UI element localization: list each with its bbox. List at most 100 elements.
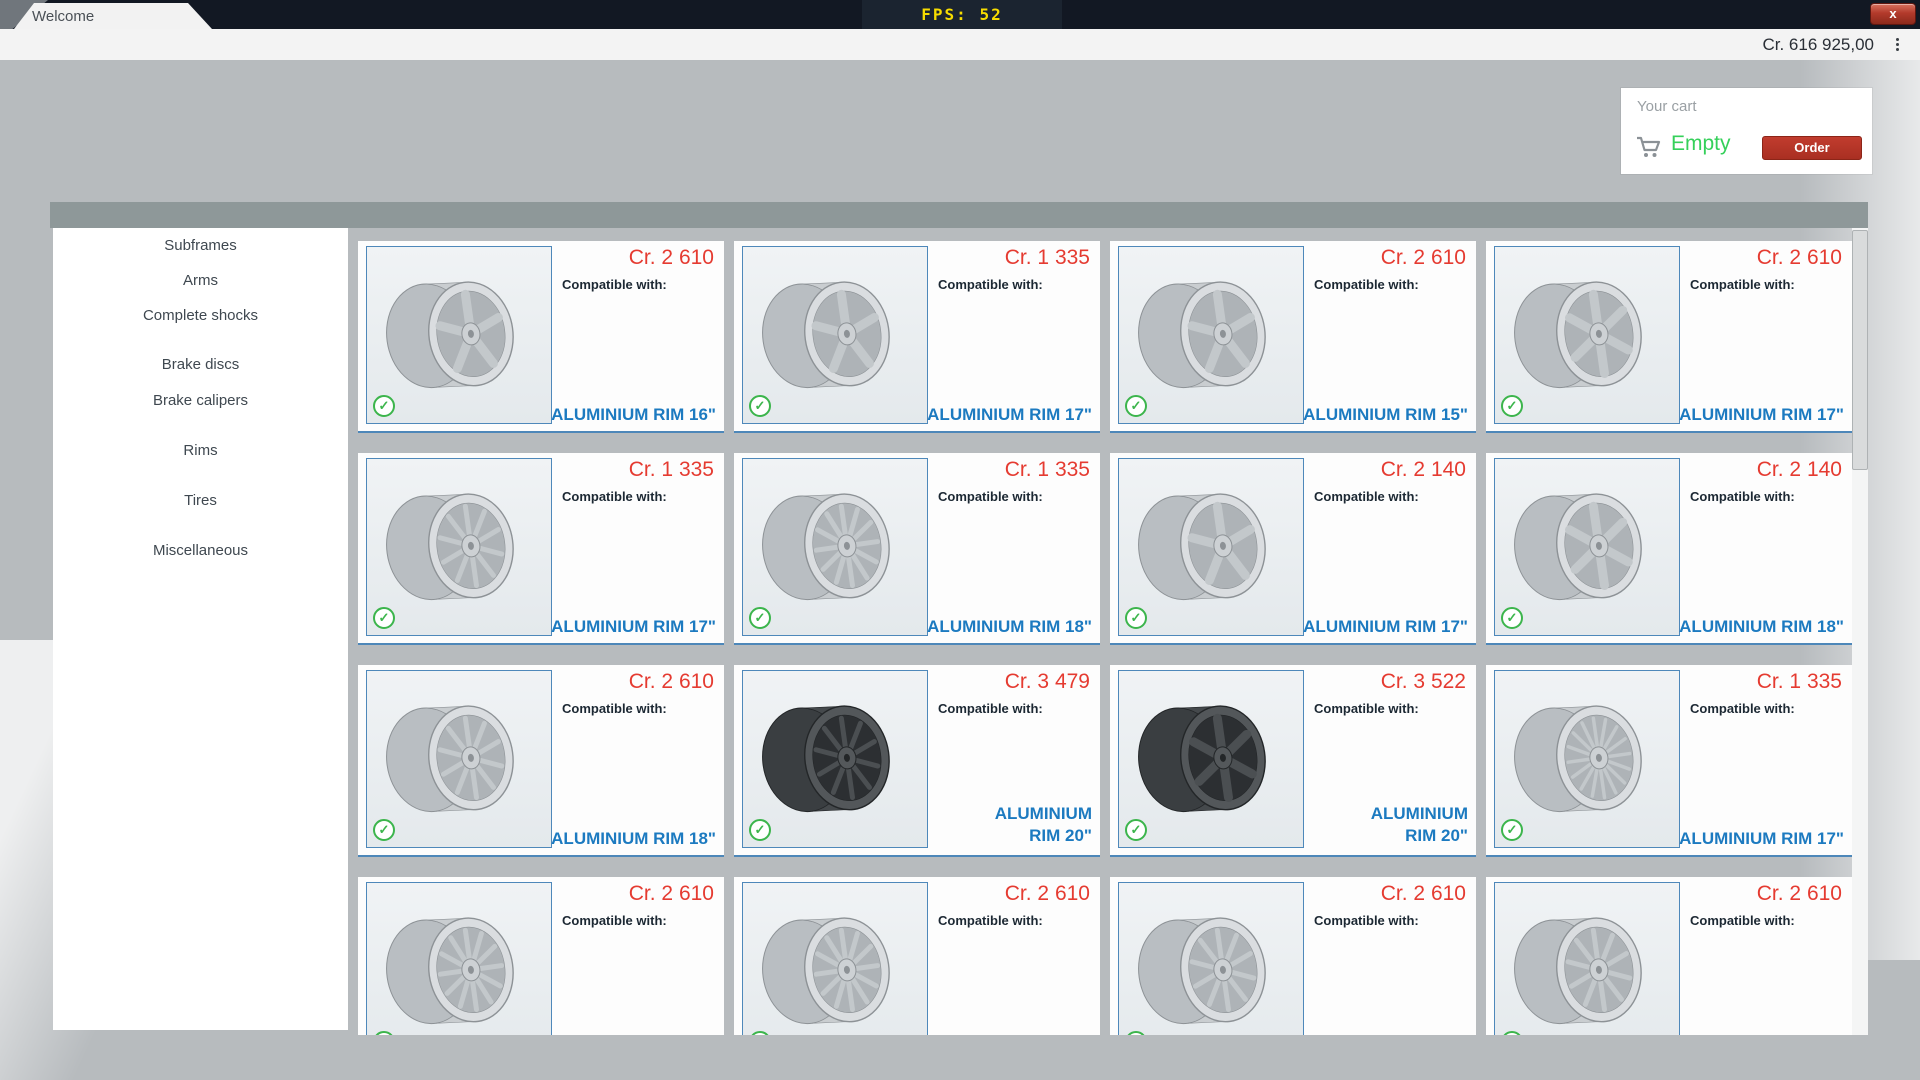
compatible-check-icon: ✓ (373, 395, 395, 417)
product-name: ALUMINIUM RIM 17" (1679, 405, 1844, 425)
product-thumbnail: ✓ (1118, 458, 1304, 636)
product-price: Cr. 2 610 (629, 670, 714, 694)
product-card[interactable]: ✓ Cr. 2 610 Compatible with: (1110, 877, 1476, 1035)
wheel-silver-6-spoke (1495, 459, 1679, 635)
product-name: ALUMINIUM RIM 16" (551, 405, 716, 425)
wheel-dark-6-spoke (1119, 671, 1303, 847)
product-card[interactable]: ✓ Cr. 2 610 Compatible with: (734, 877, 1100, 1035)
product-card[interactable]: ✓ Cr. 2 140 Compatible with: ALUMINIUM R… (1110, 453, 1476, 645)
product-price: Cr. 2 610 (1381, 882, 1466, 906)
product-price: Cr. 2 140 (1757, 458, 1842, 482)
product-thumbnail: ✓ (742, 882, 928, 1035)
wheel-silver-10-spoke (367, 671, 551, 847)
compatible-check-icon: ✓ (749, 819, 771, 841)
wheel-silver-10-spoke (1495, 883, 1679, 1035)
product-thumbnail: ✓ (1118, 670, 1304, 848)
order-button[interactable]: Order (1762, 136, 1862, 160)
compatible-check-icon: ✓ (1125, 395, 1147, 417)
wheel-silver-6-spoke (1495, 247, 1679, 423)
compatible-check-icon: ✓ (749, 607, 771, 629)
sidebar-item-miscellaneous[interactable]: Miscellaneous (53, 541, 348, 561)
compatible-with-label: Compatible with: (1314, 277, 1419, 292)
product-card[interactable]: ✓ Cr. 2 140 Compatible with: ALUMINIUM R… (1486, 453, 1852, 645)
product-price: Cr. 3 479 (1005, 670, 1090, 694)
product-card[interactable]: ✓ Cr. 3 522 Compatible with: ALUMINIUM R… (1110, 665, 1476, 857)
product-name: ALUMINIUM RIM 17" (1679, 829, 1844, 849)
product-thumbnail: ✓ (366, 882, 552, 1035)
product-name: ALUMINIUM RIM 18" (551, 829, 716, 849)
compatible-with-label: Compatible with: (1314, 489, 1419, 504)
wheel-silver-5-spoke (367, 247, 551, 423)
product-name: ALUMINIUM RIM 15" (1303, 405, 1468, 425)
product-name: ALUMINIUM RIM 18" (1679, 617, 1844, 637)
product-name: ALUMINIUM RIM 17" (927, 405, 1092, 425)
compatible-with-label: Compatible with: (562, 913, 667, 928)
compatible-check-icon: ✓ (749, 395, 771, 417)
compatible-check-icon: ✓ (1125, 819, 1147, 841)
content-top-strip (50, 202, 1868, 228)
compatible-with-label: Compatible with: (938, 277, 1043, 292)
fps-counter: FPS: 52 (921, 5, 1002, 24)
compatible-check-icon: ✓ (373, 819, 395, 841)
product-card[interactable]: ✓ Cr. 2 610 Compatible with: (1486, 877, 1852, 1035)
wheel-silver-12-spoke (367, 883, 551, 1035)
product-name: ALUMINIUM RIM 18" (927, 617, 1092, 637)
product-card[interactable]: ✓ Cr. 1 335 Compatible with: ALUMINIUM R… (734, 453, 1100, 645)
tab-welcome[interactable]: Welcome (8, 3, 212, 29)
product-price: Cr. 1 335 (1757, 670, 1842, 694)
product-thumbnail: ✓ (1494, 882, 1680, 1035)
product-thumbnail: ✓ (1494, 670, 1680, 848)
cart-status: Empty (1671, 132, 1731, 156)
compatible-check-icon: ✓ (1501, 607, 1523, 629)
sidebar-item-brake-calipers[interactable]: Brake calipers (53, 391, 348, 411)
kebab-menu-icon[interactable] (1888, 35, 1906, 55)
product-card[interactable]: ✓ Cr. 3 479 Compatible with: ALUMINIUM R… (734, 665, 1100, 857)
product-card[interactable]: ✓ Cr. 1 335 Compatible with: ALUMINIUM R… (734, 241, 1100, 433)
close-button[interactable]: x (1870, 3, 1916, 25)
sidebar-item-complete-shocks[interactable]: Complete shocks (53, 306, 348, 326)
product-price: Cr. 1 335 (629, 458, 714, 482)
wheel-silver-10-spoke (367, 459, 551, 635)
scrollbar-thumb[interactable] (1852, 230, 1868, 470)
sidebar-item-brake-discs[interactable]: Brake discs (53, 355, 348, 375)
product-name: ALUMINIUM RIM 20" (962, 803, 1092, 847)
sidebar-item-subframes[interactable]: Subframes (53, 236, 348, 256)
compatible-with-label: Compatible with: (1314, 913, 1419, 928)
scrollbar-track[interactable] (1852, 228, 1868, 1035)
wheel-silver-5-spoke (1119, 247, 1303, 423)
product-card[interactable]: ✓ Cr. 2 610 Compatible with: ALUMINIUM R… (358, 665, 724, 857)
sidebar-item-tires[interactable]: Tires (53, 491, 348, 511)
tab-welcome-label: Welcome (32, 8, 94, 25)
product-price: Cr. 2 140 (1381, 458, 1466, 482)
compatible-with-label: Compatible with: (1690, 913, 1795, 928)
product-price: Cr. 3 522 (1381, 670, 1466, 694)
product-thumbnail: ✓ (1494, 246, 1680, 424)
product-price: Cr. 2 610 (1005, 882, 1090, 906)
product-card[interactable]: ✓ Cr. 2 610 Compatible with: ALUMINIUM R… (1110, 241, 1476, 433)
product-price: Cr. 1 335 (1005, 246, 1090, 270)
compatible-with-label: Compatible with: (562, 701, 667, 716)
product-price: Cr. 1 335 (1005, 458, 1090, 482)
product-card[interactable]: ✓ Cr. 2 610 Compatible with: ALUMINIUM R… (358, 241, 724, 433)
product-thumbnail: ✓ (366, 246, 552, 424)
product-thumbnail: ✓ (742, 246, 928, 424)
product-card[interactable]: ✓ Cr. 2 610 Compatible with: (358, 877, 724, 1035)
product-card[interactable]: ✓ Cr. 2 610 Compatible with: ALUMINIUM R… (1486, 241, 1852, 433)
sidebar-item-arms[interactable]: Arms (53, 271, 348, 291)
product-card[interactable]: ✓ Cr. 1 335 Compatible with: ALUMINIUM R… (1486, 665, 1852, 857)
wheel-silver-16-spoke (1495, 671, 1679, 847)
compatible-with-label: Compatible with: (938, 489, 1043, 504)
product-grid: ✓ Cr. 2 610 Compatible with: ALUMINIUM R… (358, 241, 1852, 1035)
product-price: Cr. 2 610 (629, 246, 714, 270)
product-card[interactable]: ✓ Cr. 1 335 Compatible with: ALUMINIUM R… (358, 453, 724, 645)
title-bar: Welcome FPS: 52 x (0, 0, 1920, 29)
compatible-check-icon: ✓ (1501, 395, 1523, 417)
fps-panel: FPS: 52 (862, 0, 1062, 29)
wheel-silver-5-spoke (1119, 459, 1303, 635)
wheel-dark-10-spoke (743, 671, 927, 847)
cart-panel: Your cart Empty Order (1621, 88, 1872, 174)
wheel-silver-10-spoke (1119, 883, 1303, 1035)
sidebar-item-rims[interactable]: Rims (53, 441, 348, 461)
wheel-silver-12-spoke (743, 883, 927, 1035)
shop-content: Subframes Arms Complete shocks Brake discs B… (50, 202, 1868, 1035)
